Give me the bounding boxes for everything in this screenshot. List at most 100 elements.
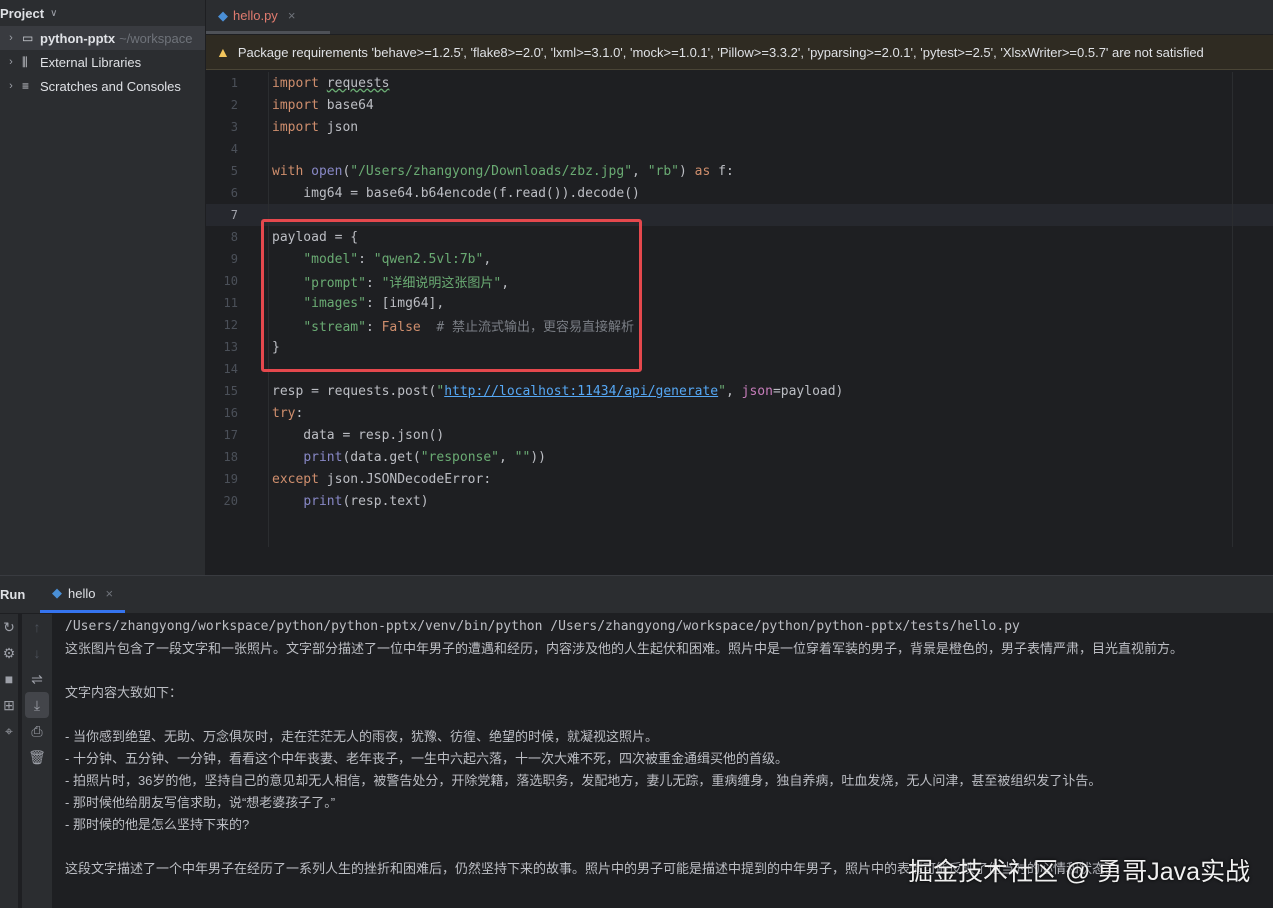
console-line: - 那时候的他是怎么坚持下来的? [65, 817, 250, 832]
line-code: with open("/Users/zhangyong/Downloads/zb… [272, 164, 734, 179]
tree-item-external-libraries[interactable]: › ⫼ External Libraries [0, 50, 205, 74]
line-code: print(data.get("response", "")) [272, 450, 546, 465]
line-code: import requests [272, 76, 389, 91]
code-token: except [272, 471, 319, 487]
code-token: "/Users/zhangyong/Downloads/zbz.jpg" [350, 163, 633, 179]
trash-icon[interactable]: 🗑 [22, 744, 52, 770]
line-number: 14 [223, 362, 238, 376]
code-line[interactable]: 17 data = resp.json() [206, 424, 1273, 446]
code-line[interactable]: 5 with open("/Users/zhangyong/Downloads/z… [206, 160, 1273, 182]
arrow-down-icon[interactable]: ↓ [22, 640, 52, 666]
code-token: try [272, 405, 296, 421]
line-number: 8 [230, 230, 238, 244]
project-title: Project [0, 5, 45, 21]
code-line[interactable]: 19 except json.JSONDecodeError: [206, 468, 1273, 490]
code-token: "rb" [647, 163, 680, 179]
line-code: print(resp.text) [272, 493, 429, 509]
code-line[interactable]: 3 import json [206, 116, 1273, 138]
line-number: 7 [230, 208, 238, 222]
project-view-selector[interactable]: Project ∨ [0, 0, 205, 26]
tab-label: hello [68, 585, 96, 601]
layout-icon[interactable]: ⊞ [0, 692, 18, 718]
code-line[interactable]: 6 img64 = base64.b64encode(f.read()).dec… [206, 182, 1273, 204]
soft-wrap-icon[interactable]: ⇌ [22, 666, 52, 692]
line-number: 16 [223, 406, 238, 420]
code-line[interactable]: 4 [206, 138, 1273, 160]
run-toolbar-main: ↻ ⚙ ■ ⊞ ⌖ [0, 614, 18, 908]
tab-run-hello[interactable]: ◆ hello × [40, 576, 126, 613]
folder-icon: ▭ [22, 31, 34, 45]
code-token: import [272, 119, 319, 135]
tree-item-label: Scratches and Consoles [40, 78, 181, 94]
run-toolbar-output: ↑ ↓ ⇌ ⤓ ⎙ 🗑 [22, 614, 52, 908]
scratches-icon: ≡ [22, 79, 30, 93]
line-number: 18 [223, 450, 238, 464]
pin-icon[interactable]: ⌖ [0, 718, 18, 744]
tree-item-label: python-pptx [40, 30, 116, 46]
line-code: import json [272, 120, 358, 135]
code-token: base64 [318, 97, 374, 113]
chevron-right-icon[interactable]: › [0, 56, 22, 68]
code-token: : [295, 405, 304, 421]
code-token: requests [326, 75, 390, 91]
line-number: 20 [223, 494, 238, 508]
code-token: print [303, 493, 343, 509]
code-token: with [272, 163, 304, 179]
chevron-down-icon: ∨ [50, 7, 58, 19]
code-token: (data.get( [342, 449, 421, 465]
line-number: 1 [230, 76, 238, 90]
code-token: as [694, 163, 711, 179]
tab-hello-py[interactable]: ◆ hello.py × [206, 0, 330, 34]
code-token: (resp.text) [342, 493, 429, 509]
run-title: Run [0, 587, 26, 602]
scroll-to-end-icon[interactable]: ⤓ [25, 692, 49, 718]
line-number: 4 [230, 142, 238, 156]
close-icon[interactable]: × [288, 8, 296, 23]
line-code: resp = requests.post("http://localhost:1… [272, 384, 843, 399]
code-token: "" [514, 449, 531, 465]
line-number: 17 [223, 428, 238, 442]
close-icon[interactable]: × [105, 586, 113, 601]
code-line[interactable]: 2 import base64 [206, 94, 1273, 116]
rerun-icon[interactable]: ↻ [0, 614, 18, 640]
line-code: img64 = base64.b64encode(f.read()).decod… [272, 186, 640, 201]
code-line[interactable]: 1 import requests [206, 72, 1273, 94]
project-sidebar: Project ∨ › ▭ python-pptx ~/workspace › ⫼ Exte… [0, 0, 206, 575]
line-number: 5 [230, 164, 238, 178]
code-line[interactable]: 15 resp = requests.post("http://localhost… [206, 380, 1273, 402]
line-number: 6 [230, 186, 238, 200]
console-line: - 当你感到绝望、无助、万念俱灰时，走在茫茫无人的雨夜，犹豫、彷徨、绝望的时候，… [65, 729, 658, 744]
settings-icon[interactable]: ⚙ [0, 640, 18, 666]
warning-icon: ▲ [216, 44, 230, 60]
stop-icon[interactable]: ■ [0, 666, 18, 692]
code-token: f: [710, 163, 734, 179]
line-code: except json.JSONDecodeError: [272, 472, 491, 487]
code-token: import [272, 97, 319, 113]
print-icon[interactable]: ⎙ [22, 718, 52, 744]
line-number: 19 [223, 472, 238, 486]
library-icon: ⫼ [22, 54, 28, 69]
line-code: data = resp.json() [272, 428, 444, 443]
tree-item-python-pptx[interactable]: › ▭ python-pptx ~/workspace [0, 26, 205, 50]
arrow-up-icon[interactable]: ↑ [22, 614, 52, 640]
requirements-warning-banner: ▲ Package requirements 'behave>=1.2.5', '… [206, 35, 1273, 70]
code-line[interactable]: 18 print(data.get("response", "")) [206, 446, 1273, 468]
code-token: open [311, 163, 343, 179]
console-output[interactable]: /Users/zhangyong/workspace/python/python… [65, 616, 1183, 880]
chevron-right-icon[interactable]: › [0, 80, 22, 92]
line-number: 13 [223, 340, 238, 354]
code-token: , [725, 383, 742, 399]
tree-item-scratches[interactable]: › ≡ Scratches and Consoles [0, 74, 205, 98]
line-code: import base64 [272, 98, 374, 113]
run-header: Run ◆ hello × [0, 576, 1273, 613]
chevron-right-icon[interactable]: › [0, 32, 22, 44]
code-line[interactable]: 16 try: [206, 402, 1273, 424]
code-line[interactable]: 20 print(resp.text) [206, 490, 1273, 512]
code-token: )) [530, 449, 546, 465]
code-token: json [318, 119, 359, 135]
line-number: 11 [223, 296, 238, 310]
